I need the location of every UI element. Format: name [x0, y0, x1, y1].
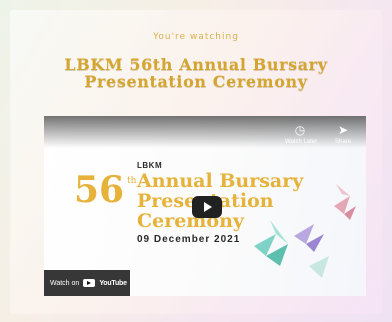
video-player[interactable]: ◷ Watch Later ➤ Share LBKM 56 th Annual …	[44, 116, 366, 296]
watch-on-youtube-button[interactable]: Watch on YouTube	[44, 270, 130, 296]
poster-line-3: Ceremony	[137, 210, 244, 232]
youtube-play-icon	[83, 279, 96, 287]
title-line-1: LBKM 56th Annual Bursary	[64, 55, 328, 74]
poster-line-1: Annual Bursary	[137, 170, 304, 192]
poster-number: 56	[74, 169, 125, 211]
watch-on-label: Watch on	[50, 279, 80, 287]
player-top-overlay	[44, 116, 366, 148]
watch-later-button[interactable]: ◷ Watch Later	[285, 123, 318, 146]
poster-date: 09 December 2021	[137, 234, 241, 245]
poster-org: LBKM	[137, 161, 163, 170]
share-button[interactable]: ➤ Share	[328, 123, 358, 146]
play-button[interactable]	[192, 196, 222, 218]
watching-label: You're watching	[153, 32, 239, 42]
youtube-wordmark: YouTube	[99, 279, 127, 287]
poster-ordinal-suffix: th	[127, 176, 137, 186]
page-title: LBKM 56th Annual Bursary Presentation Ce…	[0, 56, 392, 90]
watch-later-label: Watch Later	[285, 139, 318, 145]
title-line-2: Presentation Ceremony	[84, 72, 308, 91]
clock-icon: ◷	[294, 123, 306, 137]
share-label: Share	[334, 139, 351, 145]
share-icon: ➤	[337, 123, 349, 137]
